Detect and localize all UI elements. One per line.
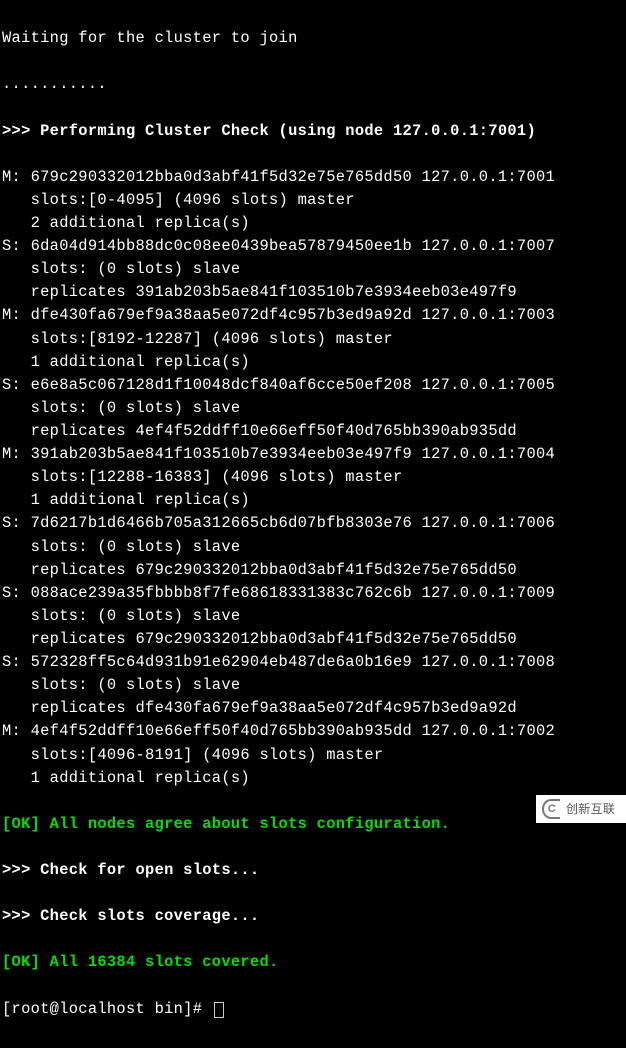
node-slots: slots: (0 slots) slave — [2, 674, 624, 697]
node-slots: slots:[0-4095] (4096 slots) master — [2, 189, 624, 212]
ok-slots-covered: [OK] All 16384 slots covered. — [2, 951, 624, 974]
cursor — [214, 1002, 224, 1018]
node-extra: 1 additional replica(s) — [2, 489, 624, 512]
node-header: S: 572328ff5c64d931b91e62904eb487de6a0b1… — [2, 651, 624, 674]
node-slots: slots: (0 slots) slave — [2, 605, 624, 628]
node-extra: replicates 679c290332012bba0d3abf41f5d32… — [2, 559, 624, 582]
node-header: S: 088ace239a35fbbbb8f7fe68618331383c762… — [2, 582, 624, 605]
prompt-line: [root@localhost bin]# — [2, 998, 624, 1021]
node-header: M: 679c290332012bba0d3abf41f5d32e75e765d… — [2, 166, 624, 189]
node-header: M: dfe430fa679ef9a38aa5e072df4c957b3ed9a… — [2, 304, 624, 327]
ok-slots-config: [OK] All nodes agree about slots configu… — [2, 813, 624, 836]
prompt-text: [root@localhost bin]# — [2, 1000, 212, 1018]
node-header: S: e6e8a5c067128d1f10048dcf840af6cce50ef… — [2, 374, 624, 397]
waiting-line: Waiting for the cluster to join — [2, 27, 624, 50]
watermark-logo-icon: C — [542, 799, 560, 819]
node-extra: 1 additional replica(s) — [2, 351, 624, 374]
terminal-output[interactable]: Waiting for the cluster to join ........… — [0, 0, 626, 1048]
node-slots: slots:[4096-8191] (4096 slots) master — [2, 744, 624, 767]
node-slots: slots: (0 slots) slave — [2, 258, 624, 281]
node-extra: replicates 391ab203b5ae841f103510b7e3934… — [2, 281, 624, 304]
watermark-text: 创新互联 — [566, 800, 615, 818]
check-slots-coverage: >>> Check slots coverage... — [2, 905, 624, 928]
node-header: M: 391ab203b5ae841f103510b7e3934eeb03e49… — [2, 443, 624, 466]
node-slots: slots:[8192-12287] (4096 slots) master — [2, 328, 624, 351]
check-open-slots: >>> Check for open slots... — [2, 859, 624, 882]
watermark: C 创新互联 — [536, 795, 626, 823]
node-header: S: 6da04d914bb88dc0c08ee0439bea57879450e… — [2, 235, 624, 258]
node-slots: slots: (0 slots) slave — [2, 536, 624, 559]
node-extra: replicates dfe430fa679ef9a38aa5e072df4c9… — [2, 697, 624, 720]
node-extra: replicates 4ef4f52ddff10e66eff50f40d765b… — [2, 420, 624, 443]
node-header: M: 4ef4f52ddff10e66eff50f40d765bb390ab93… — [2, 720, 624, 743]
node-slots: slots: (0 slots) slave — [2, 397, 624, 420]
node-extra: replicates 679c290332012bba0d3abf41f5d32… — [2, 628, 624, 651]
node-header: S: 7d6217b1d6466b705a312665cb6d07bfb8303… — [2, 512, 624, 535]
node-extra: 1 additional replica(s) — [2, 767, 624, 790]
node-slots: slots:[12288-16383] (4096 slots) master — [2, 466, 624, 489]
cluster-check-line: >>> Performing Cluster Check (using node… — [2, 120, 624, 143]
node-extra: 2 additional replica(s) — [2, 212, 624, 235]
dots-line: ........... — [2, 73, 624, 96]
